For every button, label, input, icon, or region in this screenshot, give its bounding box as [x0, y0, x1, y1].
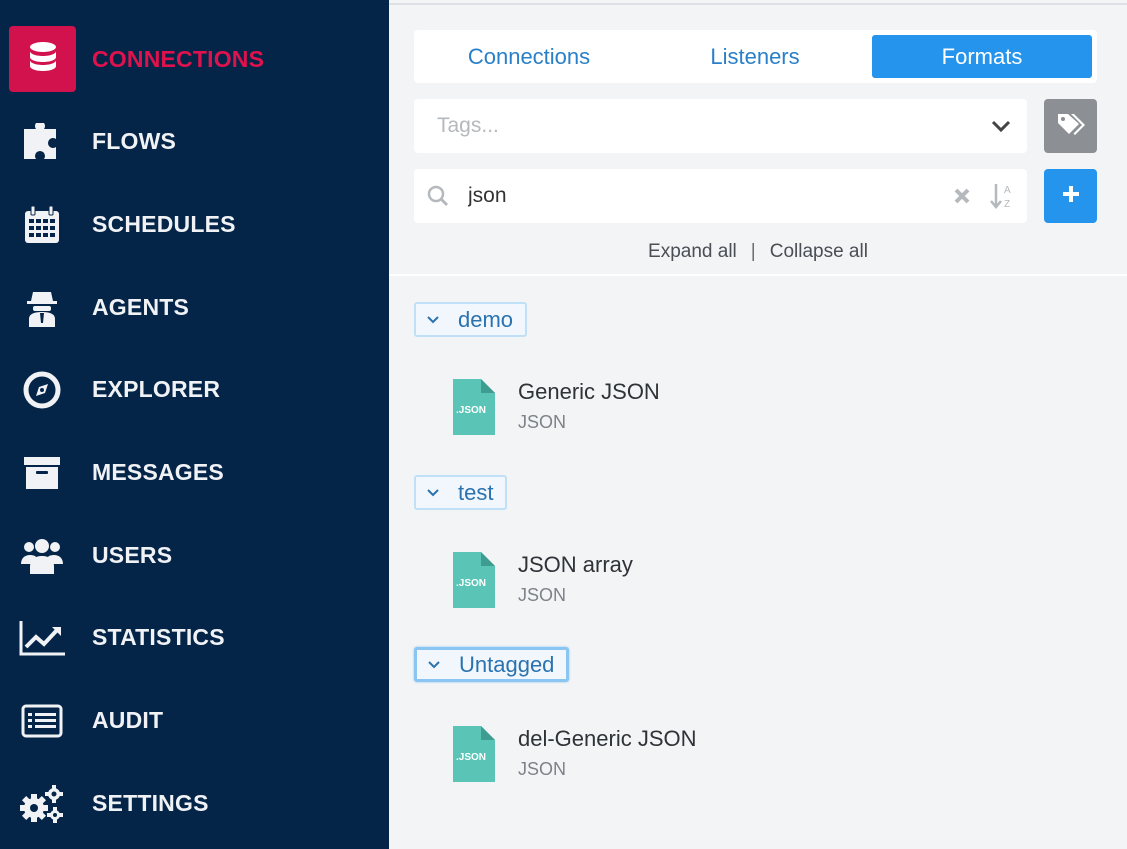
- main-panel: Connections Listeners Formats Tags... js…: [389, 0, 1127, 849]
- json-file-icon: .JSON: [453, 379, 495, 435]
- plus-icon: [1061, 184, 1081, 209]
- tab-bar: Connections Listeners Formats: [414, 30, 1097, 83]
- tags-icon: [1056, 111, 1086, 142]
- chevron-down-icon: [989, 114, 1013, 138]
- sidebar-item-settings[interactable]: SETTINGS: [0, 762, 389, 845]
- chevron-down-icon: [417, 650, 451, 679]
- svg-text:Z: Z: [1004, 199, 1010, 210]
- svg-text:.JSON: .JSON: [456, 752, 486, 763]
- sidebar-item-label: SCHEDULES: [92, 211, 236, 237]
- sidebar-item-label: STATISTICS: [92, 624, 225, 650]
- sidebar-item-explorer[interactable]: EXPLORER: [0, 348, 389, 431]
- manage-tags-button[interactable]: [1044, 99, 1097, 153]
- puzzle-icon: [18, 118, 66, 166]
- clear-icon[interactable]: [951, 184, 973, 208]
- sidebar-item-label: USERS: [92, 542, 173, 568]
- sidebar-item-schedules[interactable]: SCHEDULES: [0, 183, 389, 266]
- search-input[interactable]: [468, 179, 938, 213]
- item-subtitle: JSON: [518, 759, 567, 779]
- separator: |: [750, 241, 756, 262]
- group-label: demo: [458, 306, 514, 332]
- group-label: test: [458, 479, 494, 505]
- item-subtitle: JSON: [518, 412, 567, 432]
- sidebar-item-messages[interactable]: MESSAGES: [0, 431, 389, 514]
- sidebar-item-audit[interactable]: AUDIT: [0, 679, 389, 762]
- group-toggle-test[interactable]: test: [414, 475, 508, 510]
- chevron-down-icon: [416, 304, 450, 335]
- json-file-icon: .JSON: [453, 726, 495, 782]
- sidebar-item-flows[interactable]: FLOWS: [0, 100, 389, 183]
- top-divider: [389, 3, 1127, 5]
- sidebar-item-label: AGENTS: [92, 294, 190, 320]
- tab-formats[interactable]: Formats: [872, 35, 1092, 78]
- item-title: del-Generic JSON: [518, 726, 697, 751]
- list-item[interactable]: .JSON JSON array JSON: [449, 552, 949, 612]
- collapse-all-link[interactable]: Collapse all: [770, 241, 868, 262]
- svg-text:A: A: [1004, 185, 1011, 196]
- group-toggle-untagged[interactable]: Untagged: [414, 647, 570, 682]
- json-file-icon: .JSON: [453, 552, 495, 608]
- sidebar-item-label: MESSAGES: [92, 459, 224, 485]
- sidebar-item-label: SETTINGS: [92, 790, 209, 816]
- group-toggle-demo[interactable]: demo: [414, 302, 528, 337]
- add-format-button[interactable]: [1044, 169, 1097, 223]
- sidebar-item-label: AUDIT: [92, 707, 164, 733]
- database-icon: [9, 26, 76, 92]
- section-divider: [389, 274, 1127, 276]
- archive-icon: [18, 449, 66, 497]
- tab-connections[interactable]: Connections: [419, 35, 639, 78]
- sidebar-item-users[interactable]: USERS: [0, 514, 389, 597]
- item-subtitle: JSON: [518, 585, 567, 605]
- users-icon: [18, 532, 66, 580]
- list-item[interactable]: .JSON del-Generic JSON JSON: [449, 726, 949, 786]
- list-item[interactable]: .JSON Generic JSON JSON: [449, 379, 949, 439]
- compass-icon: [18, 366, 66, 414]
- tags-select[interactable]: Tags...: [414, 99, 1027, 153]
- item-title: Generic JSON: [518, 379, 660, 404]
- search-box: A Z: [414, 169, 1027, 223]
- list-icon: [18, 697, 66, 745]
- group-label: Untagged: [459, 651, 555, 677]
- sidebar-item-label: FLOWS: [92, 128, 177, 154]
- item-title: JSON array: [518, 552, 633, 577]
- chevron-down-icon: [416, 477, 450, 508]
- sidebar-item-label: EXPLORER: [92, 376, 221, 402]
- calendar-icon: [18, 201, 66, 249]
- tags-placeholder: Tags...: [437, 114, 499, 137]
- svg-text:.JSON: .JSON: [456, 578, 486, 589]
- search-icon: [426, 184, 450, 208]
- agent-icon: [18, 284, 66, 332]
- sidebar-item-label: CONNECTIONS: [92, 46, 265, 72]
- sidebar: CONNECTIONS FLOWS SCHEDULES AGENTS EXPLO…: [0, 0, 389, 849]
- expand-all-link[interactable]: Expand all: [648, 241, 737, 262]
- sidebar-item-statistics[interactable]: STATISTICS: [0, 596, 389, 679]
- gears-icon: [18, 780, 66, 828]
- sidebar-item-connections[interactable]: CONNECTIONS: [0, 18, 389, 101]
- sort-alpha-icon[interactable]: A Z: [989, 181, 1015, 211]
- expand-collapse-row: Expand all | Collapse all: [389, 241, 1127, 267]
- line-chart-icon: [18, 614, 66, 662]
- svg-text:.JSON: .JSON: [456, 405, 486, 416]
- tab-listeners[interactable]: Listeners: [645, 35, 865, 78]
- sidebar-item-agents[interactable]: AGENTS: [0, 266, 389, 349]
